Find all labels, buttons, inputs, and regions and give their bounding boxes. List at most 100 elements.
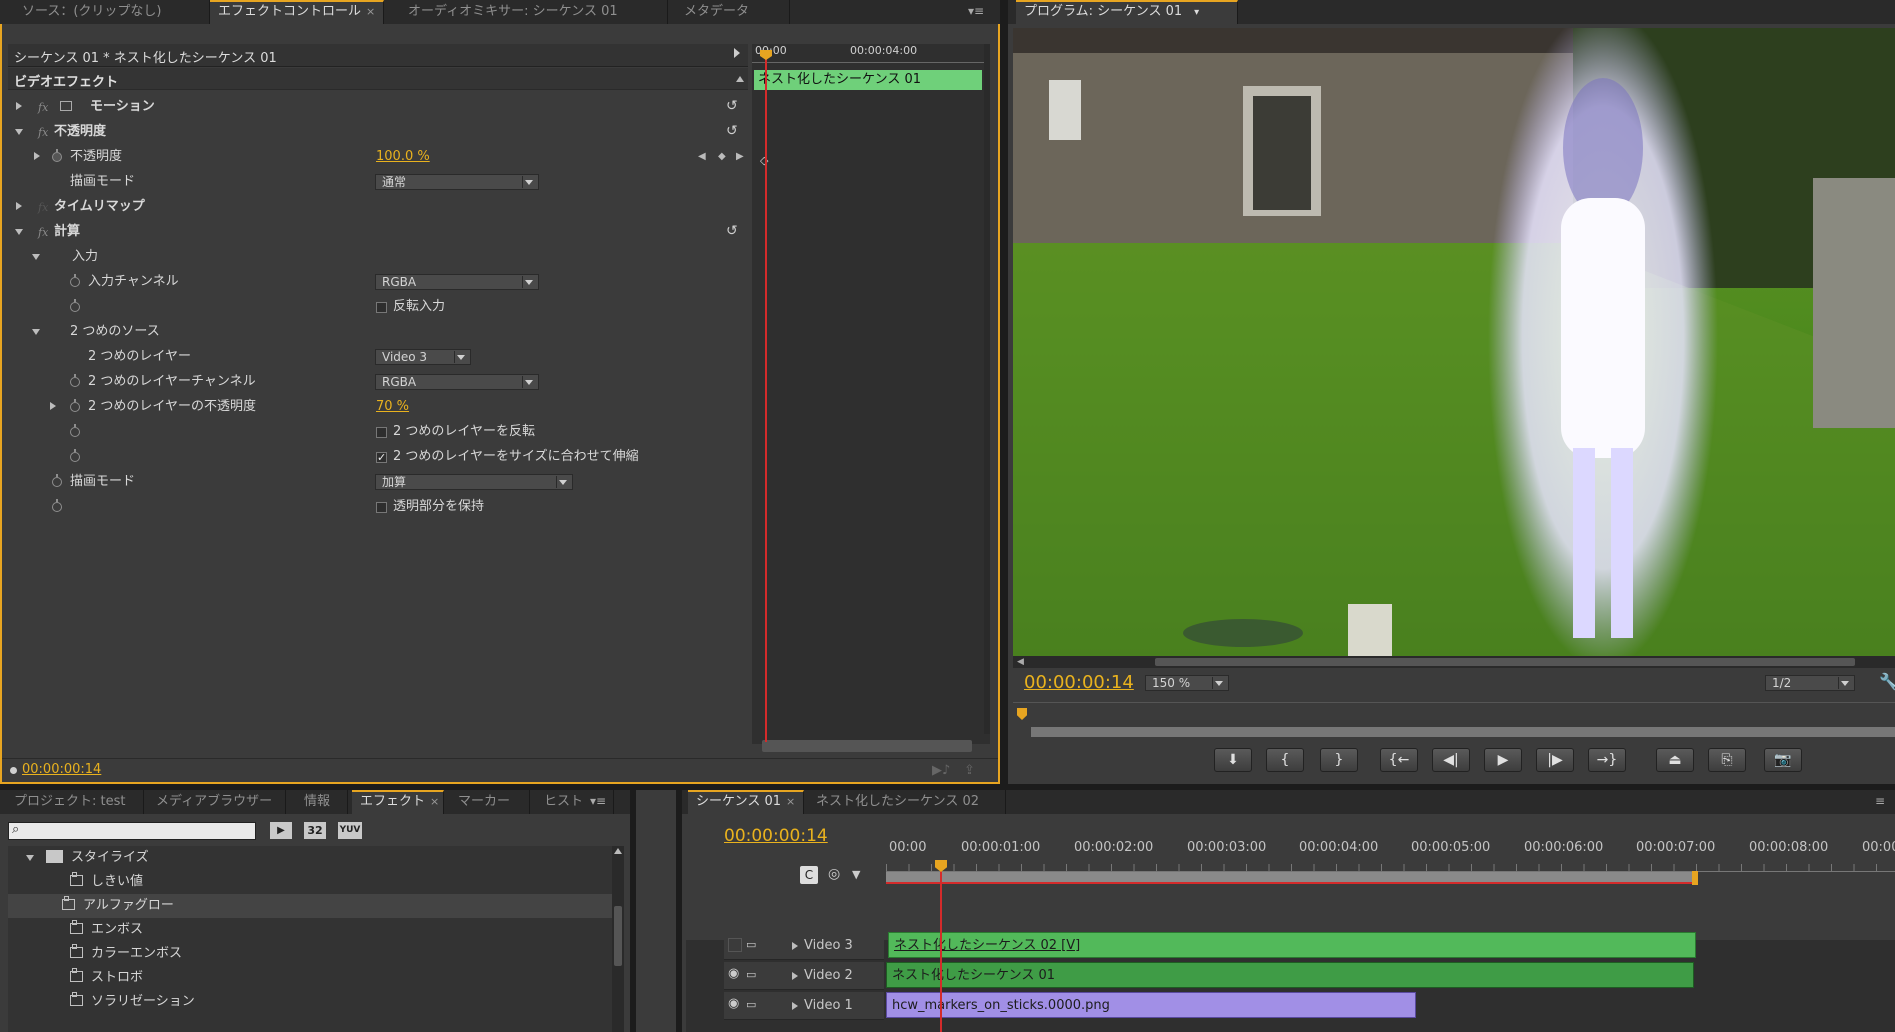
effect-item[interactable]: アルファグロー bbox=[8, 894, 616, 918]
effects-vscroll[interactable] bbox=[612, 846, 624, 1032]
track-header-video-3[interactable]: ▭ Video 3 bbox=[724, 932, 884, 960]
prev-keyframe-icon[interactable]: ◀ bbox=[698, 146, 706, 167]
second-layer-opacity-value[interactable]: 70 % bbox=[376, 396, 409, 417]
32bit-filter-button[interactable]: 32 bbox=[304, 822, 326, 839]
scrubber-playhead-icon[interactable] bbox=[1017, 708, 1027, 720]
input-channel-dropdown[interactable]: RGBA bbox=[375, 274, 539, 290]
reset-icon[interactable]: ↺ bbox=[726, 96, 738, 117]
expand-track-icon[interactable] bbox=[792, 1002, 798, 1010]
tab-audio-mixer[interactable]: オーディオミキサー: シーケンス 01 bbox=[396, 0, 668, 24]
monitor-hscroll[interactable]: ◀ bbox=[1013, 656, 1895, 668]
stretch-second-layer-checkbox[interactable]: ✓ bbox=[376, 452, 387, 463]
eye-icon[interactable]: ◉ bbox=[728, 996, 739, 1011]
play-button[interactable]: ▶ bbox=[1484, 748, 1522, 772]
tab-sequence-01[interactable]: シーケンス 01 × bbox=[688, 790, 804, 814]
tab-markers[interactable]: マーカー bbox=[444, 790, 530, 814]
collapse-icon[interactable] bbox=[26, 855, 34, 861]
clip-nested-sequence-01[interactable]: ネスト化したシーケンス 01 bbox=[886, 962, 1694, 988]
extract-button[interactable]: ⎘ bbox=[1708, 748, 1746, 772]
blend-mode-dropdown[interactable]: 通常 bbox=[375, 174, 539, 190]
export-icon[interactable]: ⇪ bbox=[964, 763, 975, 778]
next-keyframe-icon[interactable]: ▶ bbox=[736, 146, 744, 167]
second-layer-dropdown[interactable]: Video 3 bbox=[375, 349, 471, 365]
stopwatch-icon[interactable] bbox=[70, 274, 80, 287]
stopwatch-icon[interactable] bbox=[52, 474, 62, 487]
effects-search-input[interactable]: ⌕ bbox=[8, 822, 256, 840]
row-input[interactable]: 入力 bbox=[8, 246, 748, 267]
tab-info[interactable]: 情報 bbox=[286, 790, 348, 814]
row-preserve-transparency[interactable]: 透明部分を保持 bbox=[8, 496, 748, 517]
collapse-icon[interactable] bbox=[15, 129, 23, 135]
mark-out-button[interactable]: } bbox=[1320, 748, 1358, 772]
tab-nested-sequence-02[interactable]: ネスト化したシーケンス 02 bbox=[806, 790, 1006, 814]
step-forward-button[interactable]: |▶ bbox=[1536, 748, 1574, 772]
invert-second-layer-checkbox[interactable] bbox=[376, 427, 387, 438]
play-only-audio-icon[interactable]: ▶♪ bbox=[932, 763, 950, 778]
expand-icon[interactable] bbox=[16, 202, 22, 210]
stopwatch-icon[interactable] bbox=[70, 424, 80, 437]
effect-item[interactable]: エンボス bbox=[70, 918, 143, 942]
row-time-remap[interactable]: fx タイムリマップ bbox=[8, 196, 748, 217]
opacity-value[interactable]: 100.0 % bbox=[376, 146, 430, 167]
close-icon[interactable]: × bbox=[786, 795, 795, 808]
row-blend-mode[interactable]: 描画モード 通常 bbox=[8, 171, 748, 192]
tab-effects[interactable]: エフェクト × bbox=[352, 790, 444, 814]
preserve-transparency-checkbox[interactable] bbox=[376, 502, 387, 513]
go-to-out-button[interactable]: →} bbox=[1588, 748, 1626, 772]
export-frame-button[interactable]: 📷 bbox=[1764, 748, 1802, 772]
stopwatch-icon[interactable] bbox=[70, 399, 80, 412]
panel-menu-icon[interactable]: ▾≡ bbox=[590, 794, 606, 808]
scrubber-bar[interactable] bbox=[1031, 727, 1895, 737]
tab-program[interactable]: プログラム: シーケンス 01 ▾ bbox=[1016, 0, 1238, 24]
expand-track-icon[interactable] bbox=[792, 972, 798, 980]
timeline-playhead[interactable] bbox=[940, 866, 942, 1032]
work-area-end-handle[interactable] bbox=[1692, 871, 1698, 885]
collapse-icon[interactable] bbox=[32, 329, 40, 335]
clip-markers-png[interactable]: hcw_markers_on_sticks.0000.png bbox=[886, 992, 1416, 1018]
row-invert-second-layer[interactable]: 2 つめのレイヤーを反転 bbox=[8, 421, 748, 442]
stopwatch-icon[interactable] bbox=[70, 449, 80, 462]
lock-track-icon[interactable]: ▭ bbox=[746, 938, 756, 951]
row-invert-input[interactable]: 反転入力 bbox=[8, 296, 748, 317]
collapse-icon[interactable] bbox=[736, 76, 744, 82]
scroll-thumb[interactable] bbox=[614, 906, 622, 966]
expand-icon[interactable] bbox=[34, 152, 40, 160]
effect-item[interactable]: しきい値 bbox=[70, 870, 143, 894]
footer-timecode[interactable]: 00:00:00:14 bbox=[22, 762, 101, 777]
resolution-dropdown[interactable]: 1/2 bbox=[1765, 675, 1855, 691]
row-calc[interactable]: fx 計算 ↺ bbox=[8, 221, 748, 242]
panel-menu-icon[interactable]: ≡ bbox=[1875, 794, 1885, 808]
linked-selection-icon[interactable]: ◎ bbox=[828, 866, 840, 882]
row-second-source[interactable]: 2 つめのソース bbox=[8, 321, 748, 342]
scroll-up-icon[interactable] bbox=[614, 848, 622, 854]
program-timecode[interactable]: 00:00:00:14 bbox=[1024, 672, 1134, 693]
reset-icon[interactable]: ↺ bbox=[726, 221, 738, 242]
row-motion[interactable]: fx モーション ↺ bbox=[8, 96, 748, 117]
mini-scrollbar[interactable] bbox=[762, 740, 972, 752]
stopwatch-icon[interactable] bbox=[52, 499, 62, 512]
stopwatch-icon[interactable] bbox=[70, 299, 80, 312]
row-second-layer-channel[interactable]: 2 つめのレイヤーチャンネル RGBA bbox=[8, 371, 748, 392]
row-calc-blend-mode[interactable]: 描画モード 加算 bbox=[8, 471, 748, 492]
row-second-layer-opacity[interactable]: 2 つめのレイヤーの不透明度 70 % bbox=[8, 396, 748, 417]
effect-item[interactable]: ソラリゼーション bbox=[70, 990, 195, 1014]
row-stretch-second-layer[interactable]: ✓ 2 つめのレイヤーをサイズに合わせて伸縮 bbox=[8, 446, 748, 467]
close-icon[interactable]: × bbox=[366, 5, 375, 18]
mini-vscroll[interactable] bbox=[984, 44, 990, 734]
yuv-filter-button[interactable]: YUV bbox=[338, 822, 362, 839]
lift-button[interactable]: ⏏ bbox=[1656, 748, 1694, 772]
mark-in-button[interactable]: { bbox=[1266, 748, 1304, 772]
timeline-ruler[interactable]: 00:00 00:00:01:00 00:00:02:00 00:00:03:0… bbox=[886, 838, 1895, 886]
lock-track-icon[interactable]: ▭ bbox=[746, 968, 756, 981]
mini-playhead[interactable] bbox=[765, 50, 767, 742]
close-icon[interactable]: × bbox=[430, 795, 439, 808]
effect-item[interactable]: カラーエンボス bbox=[70, 942, 182, 966]
zoom-dropdown[interactable]: 150 % bbox=[1145, 675, 1229, 691]
tab-source[interactable]: ソース：(クリップなし) bbox=[0, 0, 210, 24]
tab-effect-controls[interactable]: エフェクトコントロール × bbox=[210, 0, 384, 24]
program-video-frame[interactable] bbox=[1013, 28, 1895, 656]
second-layer-channel-dropdown[interactable]: RGBA bbox=[375, 374, 539, 390]
folder-stylize[interactable]: スタイライズ bbox=[26, 846, 149, 870]
reset-icon[interactable]: ↺ bbox=[726, 121, 738, 142]
scroll-thumb[interactable] bbox=[1155, 658, 1855, 666]
